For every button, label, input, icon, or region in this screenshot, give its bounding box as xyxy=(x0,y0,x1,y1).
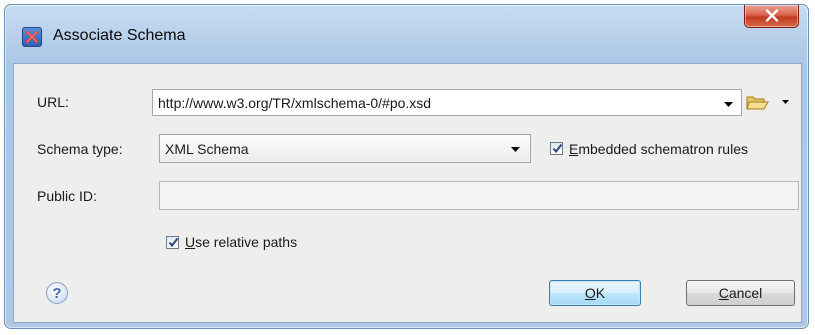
schema-type-value: XML Schema xyxy=(165,140,249,157)
use-relative-paths-checkbox[interactable] xyxy=(166,236,179,249)
chevron-down-icon xyxy=(779,100,793,116)
browse-menu-button[interactable] xyxy=(779,91,793,113)
url-dropdown-button[interactable] xyxy=(719,90,739,115)
embedded-schematron-label[interactable]: Embedded schematron rules xyxy=(569,141,748,157)
dialog-window: Associate Schema URL: http://www.w3.org/… xyxy=(4,4,809,329)
url-combobox[interactable]: http://www.w3.org/TR/xmlschema-0/#po.xsd xyxy=(152,89,742,116)
public-id-label: Public ID: xyxy=(37,188,97,204)
close-button[interactable] xyxy=(744,5,799,28)
title-bar[interactable]: Associate Schema xyxy=(5,5,808,61)
app-icon xyxy=(22,27,42,47)
help-glyph: ? xyxy=(52,284,62,302)
dialog-content: URL: http://www.w3.org/TR/xmlschema-0/#p… xyxy=(13,63,802,323)
use-relative-paths-label[interactable]: Use relative paths xyxy=(185,234,297,250)
help-icon[interactable]: ? xyxy=(46,282,68,304)
schema-type-label: Schema type: xyxy=(37,141,123,157)
schema-type-dropdown-button[interactable] xyxy=(506,135,526,162)
public-id-field[interactable] xyxy=(159,181,799,210)
url-label: URL: xyxy=(37,94,69,110)
folder-open-icon xyxy=(745,96,771,116)
schema-type-select[interactable]: XML Schema xyxy=(159,134,531,163)
dialog-title: Associate Schema xyxy=(53,27,186,44)
browse-folder-button[interactable] xyxy=(745,91,771,113)
cancel-button[interactable]: Cancel xyxy=(686,280,795,306)
url-input[interactable]: http://www.w3.org/TR/xmlschema-0/#po.xsd xyxy=(158,90,431,115)
ok-button[interactable]: OK xyxy=(549,280,641,306)
embedded-schematron-checkbox[interactable] xyxy=(550,142,563,155)
